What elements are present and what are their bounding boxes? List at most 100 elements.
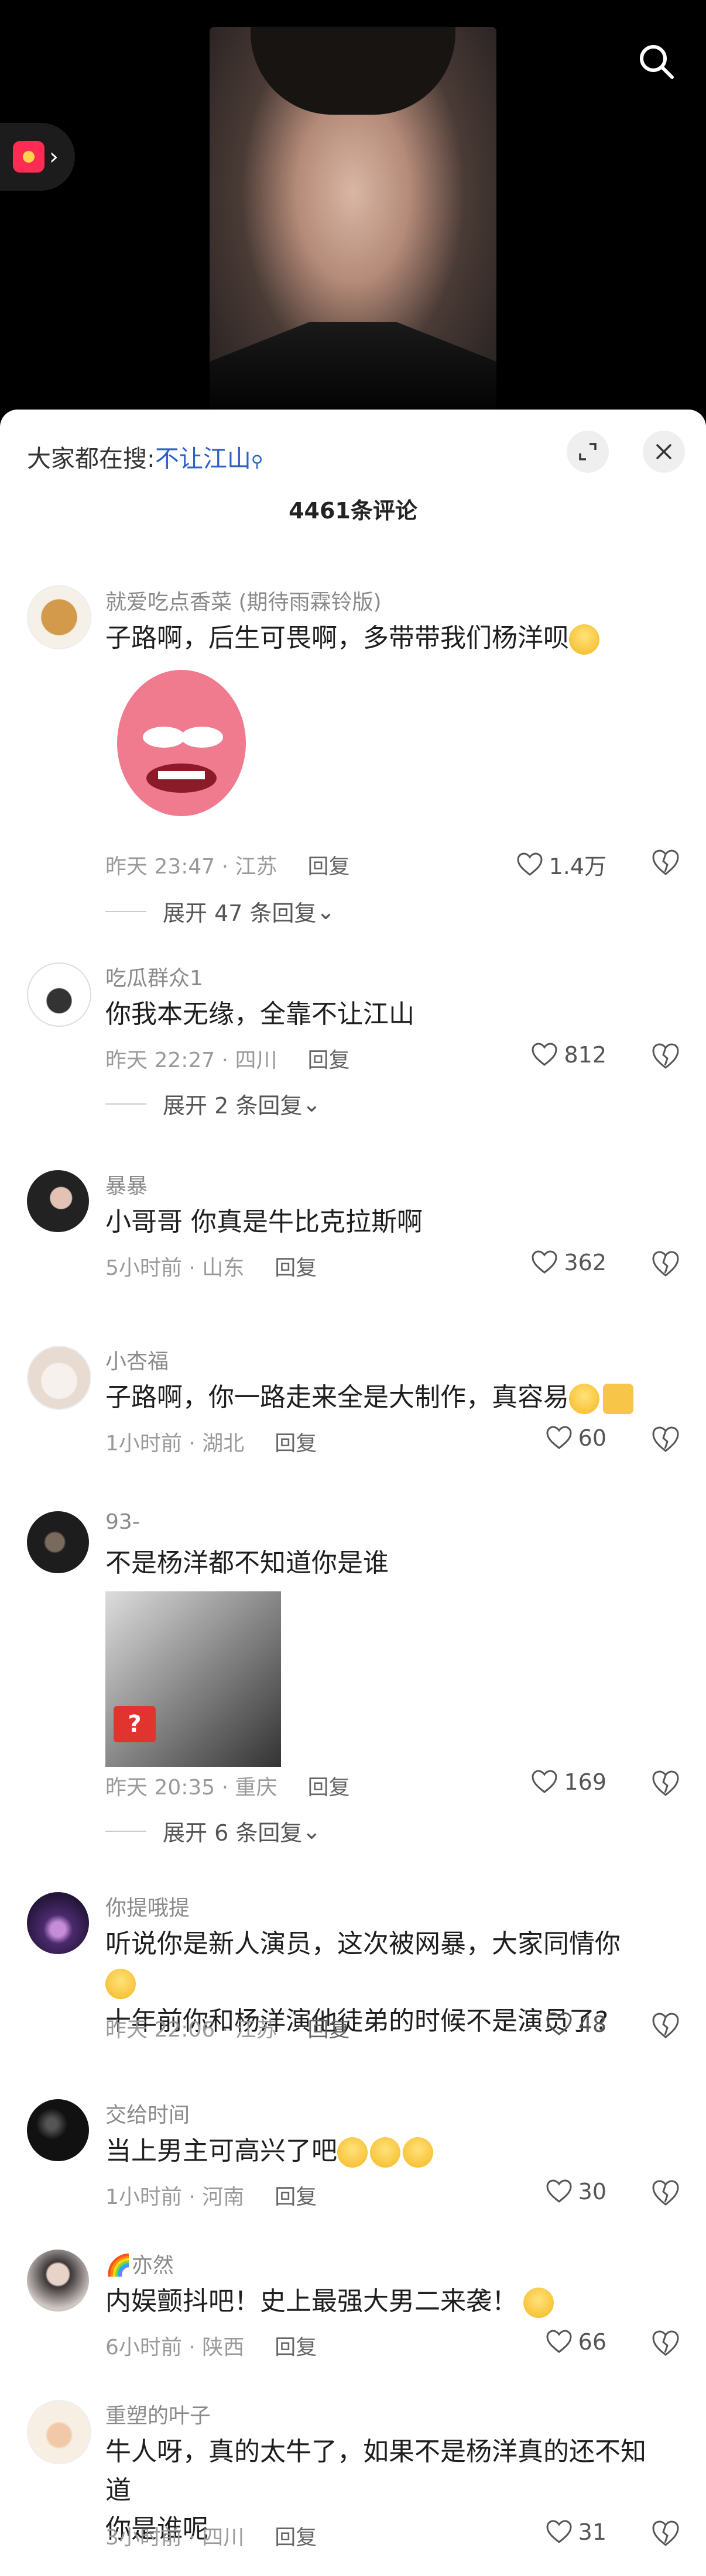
avatar[interactable] bbox=[27, 1170, 89, 1232]
search-suggestion-keyword[interactable]: 不让江山 bbox=[155, 445, 251, 473]
dislike-heart-icon[interactable] bbox=[651, 1769, 680, 1798]
comment-username[interactable]: 小杏福 bbox=[105, 1344, 169, 1375]
reply-button[interactable]: 回复 bbox=[275, 1432, 317, 1456]
reply-button[interactable]: 回复 bbox=[308, 1776, 350, 1800]
comment-text-content: 听说你是新人演员，这次被网暴，大家同情你 bbox=[105, 1929, 621, 1959]
comment-time-location: 昨天 23:47 · 江苏 bbox=[105, 855, 277, 879]
close-button[interactable] bbox=[643, 431, 685, 473]
sticker-image[interactable] bbox=[105, 667, 269, 837]
like-count: 30 bbox=[578, 2179, 606, 2204]
like-button[interactable]: 169 bbox=[531, 1769, 606, 1795]
avatar[interactable] bbox=[27, 1892, 89, 1954]
dislike-heart-icon[interactable] bbox=[651, 1042, 680, 1071]
reply-button[interactable]: 回复 bbox=[308, 1048, 350, 1072]
expand-replies-button[interactable]: 展开 47 条回复 ⌄ bbox=[105, 895, 335, 927]
comment-username[interactable]: 重塑的叶子 bbox=[105, 2399, 211, 2429]
avatar[interactable] bbox=[27, 2099, 89, 2161]
heart-icon bbox=[517, 852, 543, 876]
question-badge: ? bbox=[114, 1706, 156, 1742]
like-button[interactable]: 66 bbox=[546, 2329, 606, 2355]
comment-meta: 昨天 22:27 · 四川 回复 bbox=[105, 1043, 350, 1074]
dislike-heart-icon[interactable] bbox=[651, 2519, 680, 2549]
like-button[interactable]: 812 bbox=[531, 1042, 606, 1068]
expand-icon bbox=[579, 443, 597, 460]
comment-username[interactable]: 就爱吃点香菜 (期待雨霖铃版) bbox=[105, 585, 382, 615]
dislike-heart-icon[interactable] bbox=[651, 2329, 680, 2358]
comment-time-location: 昨天 20:35 · 重庆 bbox=[105, 1776, 277, 1800]
dislike-heart-icon[interactable] bbox=[651, 1250, 680, 1279]
avatar[interactable] bbox=[27, 585, 91, 649]
heart-icon bbox=[546, 2330, 572, 2353]
like-count: 66 bbox=[578, 2329, 606, 2355]
comment-username[interactable]: 交给时间 bbox=[105, 2098, 190, 2128]
avatar[interactable] bbox=[27, 2250, 89, 2312]
video-frame-portrait bbox=[210, 27, 496, 421]
face-holding-back-tears-icon bbox=[337, 2137, 368, 2168]
chevron-down-icon: ⌄ bbox=[316, 898, 335, 924]
heart-icon bbox=[532, 1250, 557, 1274]
dislike-heart-icon[interactable] bbox=[651, 1425, 680, 1454]
avatar[interactable] bbox=[27, 962, 91, 1027]
heart-icon bbox=[546, 2520, 572, 2543]
expand-replies-label: 展开 2 条回复 bbox=[163, 1093, 303, 1119]
dislike-heart-icon[interactable] bbox=[651, 2179, 680, 2208]
reply-button[interactable]: 回复 bbox=[308, 855, 350, 879]
rainbow-icon: 🌈 bbox=[105, 2254, 132, 2278]
search-suggestion[interactable]: 大家都在搜:不让江山⚲ bbox=[27, 439, 263, 474]
comment-text: 小哥哥 你真是牛比克拉斯啊 bbox=[105, 1207, 423, 1237]
comment-meta: 昨天 20:35 · 重庆 回复 bbox=[105, 1770, 350, 1801]
heart-icon bbox=[546, 2179, 572, 2203]
like-button[interactable]: 30 bbox=[546, 2179, 606, 2204]
grinning-face-icon bbox=[105, 1969, 136, 1999]
red-envelope-icon bbox=[13, 141, 44, 173]
expand-button[interactable] bbox=[567, 431, 609, 473]
face-holding-back-tears-icon bbox=[370, 2137, 400, 2168]
comment-username[interactable]: 你提哦提 bbox=[105, 1891, 190, 1921]
like-button[interactable]: 1.4万 bbox=[516, 848, 606, 881]
reply-button[interactable]: 回复 bbox=[275, 1256, 317, 1280]
comment-meta: 1小时前 · 河南 回复 bbox=[105, 2180, 317, 2210]
like-button[interactable]: 362 bbox=[531, 1250, 606, 1275]
chevron-right-icon: › bbox=[49, 143, 59, 170]
dislike-heart-icon[interactable] bbox=[651, 848, 680, 878]
comment-time-location: 1小时前 · 河南 bbox=[105, 2185, 245, 2209]
smiling-face-icon bbox=[523, 2288, 554, 2318]
heart-icon bbox=[546, 1426, 572, 1449]
close-icon bbox=[656, 444, 671, 459]
reply-button[interactable]: 回复 bbox=[275, 2336, 317, 2360]
like-count: 362 bbox=[564, 1250, 606, 1275]
comment-time-location: 3小时前 · 四川 bbox=[105, 2526, 245, 2550]
divider bbox=[105, 910, 146, 912]
red-envelope-button[interactable]: › bbox=[0, 123, 75, 191]
comment-username[interactable]: 吃瓜群众1 bbox=[105, 961, 203, 992]
expand-replies-button[interactable]: 展开 2 条回复 ⌄ bbox=[105, 1088, 321, 1120]
reply-button[interactable]: 回复 bbox=[308, 2018, 350, 2042]
reply-button[interactable]: 回复 bbox=[275, 2185, 317, 2209]
avatar[interactable] bbox=[27, 2400, 91, 2464]
chevron-down-icon: ⌄ bbox=[302, 1091, 321, 1117]
like-button[interactable]: 60 bbox=[546, 1425, 606, 1451]
reply-button[interactable]: 回复 bbox=[275, 2526, 317, 2550]
portrait-hair bbox=[251, 27, 455, 115]
video-player[interactable]: › bbox=[0, 0, 706, 421]
lion-image[interactable]: ? bbox=[105, 1591, 281, 1767]
comment-username[interactable]: 暴暴 bbox=[105, 1169, 148, 1199]
like-button[interactable]: 48 bbox=[546, 2011, 606, 2037]
search-icon[interactable] bbox=[636, 41, 677, 82]
like-button[interactable]: 31 bbox=[546, 2519, 606, 2545]
avatar[interactable] bbox=[27, 1511, 89, 1573]
comment-item: 就爱吃点香菜 (期待雨霖铃版) 子路啊，后生可畏啊，多带带我们杨洋呗 昨天 23… bbox=[0, 585, 706, 926]
comment-meta: 5小时前 · 山东 回复 bbox=[105, 1251, 317, 1281]
search-suggestion-prefix: 大家都在搜: bbox=[27, 445, 155, 473]
comment-username[interactable]: 93- bbox=[105, 1510, 140, 1534]
comment-meta: 1小时前 · 湖北 回复 bbox=[105, 1426, 317, 1457]
like-count: 812 bbox=[564, 1042, 606, 1068]
dislike-heart-icon[interactable] bbox=[651, 2011, 680, 2041]
heart-icon bbox=[532, 1770, 557, 1793]
comment-username[interactable]: 🌈亦然 bbox=[105, 2248, 174, 2279]
avatar[interactable] bbox=[27, 1346, 91, 1410]
expand-replies-button[interactable]: 展开 6 条回复 ⌄ bbox=[105, 1815, 321, 1847]
chevron-down-icon: ⌄ bbox=[302, 1818, 321, 1844]
comment-text: 子路啊，你一路走来全是大制作，真容易 bbox=[105, 1378, 650, 1417]
comment-sheet: 大家都在搜:不让江山⚲ 4461条评论 就爱吃点香菜 (期待雨霖铃版) 子路啊，… bbox=[0, 410, 706, 2576]
